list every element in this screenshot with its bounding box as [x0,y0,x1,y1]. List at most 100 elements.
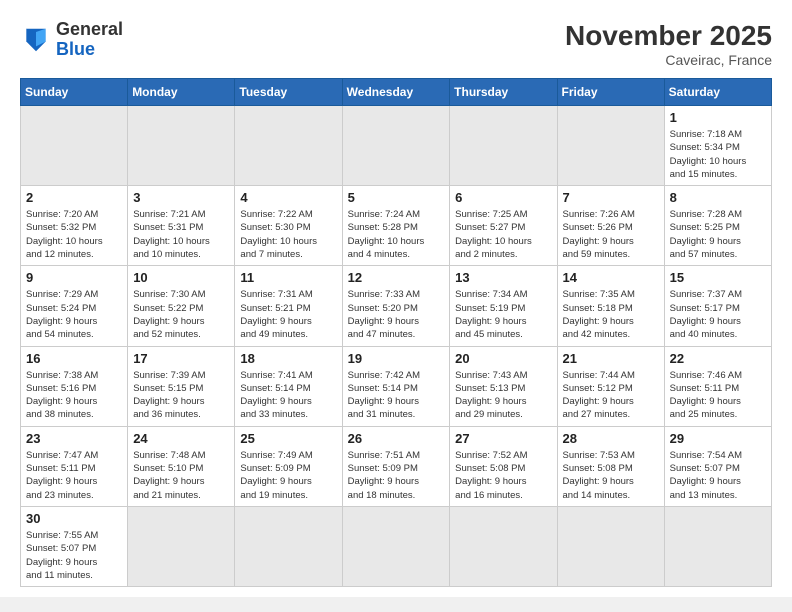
day-info: Sunrise: 7:53 AMSunset: 5:08 PMDaylight:… [563,449,659,502]
day-number: 30 [26,511,122,526]
logo: General Blue [20,20,123,60]
day-info: Sunrise: 7:41 AMSunset: 5:14 PMDaylight:… [240,369,336,422]
day-number: 13 [455,270,551,285]
table-row: 30 Sunrise: 7:55 AMSunset: 5:07 PMDayligh… [21,506,128,586]
day-number: 8 [670,190,766,205]
table-row: 3 Sunrise: 7:21 AMSunset: 5:31 PMDaylight… [128,186,235,266]
day-number: 6 [455,190,551,205]
day-info: Sunrise: 7:42 AMSunset: 5:14 PMDaylight:… [348,369,445,422]
table-row [235,506,342,586]
table-row: 18 Sunrise: 7:41 AMSunset: 5:14 PMDayligh… [235,346,342,426]
table-row: 26Sunrise: 7:51 AMSunset: 5:09 PMDayligh… [342,426,450,506]
table-row: 19 Sunrise: 7:42 AMSunset: 5:14 PMDayligh… [342,346,450,426]
logo-icon [20,24,52,56]
day-number: 2 [26,190,122,205]
day-number: 3 [133,190,229,205]
day-number: 9 [26,270,122,285]
table-row [557,506,664,586]
table-row: 27Sunrise: 7:52 AMSunset: 5:08 PMDayligh… [450,426,557,506]
logo-blue: Blue [56,39,95,59]
col-thursday: Thursday [450,79,557,106]
col-wednesday: Wednesday [342,79,450,106]
month-title: November 2025 [565,20,772,52]
day-info: Sunrise: 7:31 AMSunset: 5:21 PMDaylight:… [240,288,336,341]
col-monday: Monday [128,79,235,106]
calendar-week-row: 16Sunrise: 7:38 AMSunset: 5:16 PMDayligh… [21,346,772,426]
table-row: 22Sunrise: 7:46 AMSunset: 5:11 PMDayligh… [664,346,771,426]
day-info: Sunrise: 7:24 AMSunset: 5:28 PMDaylight:… [348,208,445,261]
table-row [450,106,557,186]
table-row [235,106,342,186]
table-row: 5 Sunrise: 7:24 AMSunset: 5:28 PMDaylight… [342,186,450,266]
day-number: 5 [348,190,445,205]
table-row: 24 Sunrise: 7:48 AMSunset: 5:10 PMDayligh… [128,426,235,506]
day-info: Sunrise: 7:37 AMSunset: 5:17 PMDaylight:… [670,288,766,341]
table-row: 16Sunrise: 7:38 AMSunset: 5:16 PMDayligh… [21,346,128,426]
day-info: Sunrise: 7:47 AMSunset: 5:11 PMDaylight:… [26,449,122,502]
day-info: Sunrise: 7:22 AMSunset: 5:30 PMDaylight:… [240,208,336,261]
day-number: 11 [240,270,336,285]
day-info: Sunrise: 7:55 AMSunset: 5:07 PMDaylight:… [26,529,122,582]
day-info: Sunrise: 7:29 AMSunset: 5:24 PMDaylight:… [26,288,122,341]
table-row [21,106,128,186]
day-info: Sunrise: 7:54 AMSunset: 5:07 PMDaylight:… [670,449,766,502]
table-row: 29 Sunrise: 7:54 AMSunset: 5:07 PMDayligh… [664,426,771,506]
day-info: Sunrise: 7:44 AMSunset: 5:12 PMDaylight:… [563,369,659,422]
day-number: 26 [348,431,445,446]
calendar: Sunday Monday Tuesday Wednesday Thursday… [20,78,772,587]
day-info: Sunrise: 7:26 AMSunset: 5:26 PMDaylight:… [563,208,659,261]
day-number: 29 [670,431,766,446]
table-row: 8 Sunrise: 7:28 AMSunset: 5:25 PMDaylight… [664,186,771,266]
day-info: Sunrise: 7:30 AMSunset: 5:22 PMDaylight:… [133,288,229,341]
table-row: 28Sunrise: 7:53 AMSunset: 5:08 PMDayligh… [557,426,664,506]
day-number: 23 [26,431,122,446]
day-info: Sunrise: 7:25 AMSunset: 5:27 PMDaylight:… [455,208,551,261]
day-number: 22 [670,351,766,366]
day-info: Sunrise: 7:20 AMSunset: 5:32 PMDaylight:… [26,208,122,261]
day-number: 25 [240,431,336,446]
day-info: Sunrise: 7:48 AMSunset: 5:10 PMDaylight:… [133,449,229,502]
table-row [128,506,235,586]
day-info: Sunrise: 7:21 AMSunset: 5:31 PMDaylight:… [133,208,229,261]
header: General Blue November 2025 Caveirac, Fra… [20,20,772,68]
table-row: 7 Sunrise: 7:26 AMSunset: 5:26 PMDaylight… [557,186,664,266]
day-number: 16 [26,351,122,366]
calendar-week-row: 1 Sunrise: 7:18 AMSunset: 5:34 PMDaylight… [21,106,772,186]
day-info: Sunrise: 7:35 AMSunset: 5:18 PMDaylight:… [563,288,659,341]
table-row: 17Sunrise: 7:39 AMSunset: 5:15 PMDayligh… [128,346,235,426]
table-row: 21Sunrise: 7:44 AMSunset: 5:12 PMDayligh… [557,346,664,426]
day-info: Sunrise: 7:28 AMSunset: 5:25 PMDaylight:… [670,208,766,261]
day-number: 19 [348,351,445,366]
calendar-header-row: Sunday Monday Tuesday Wednesday Thursday… [21,79,772,106]
day-number: 7 [563,190,659,205]
table-row: 4 Sunrise: 7:22 AMSunset: 5:30 PMDaylight… [235,186,342,266]
col-sunday: Sunday [21,79,128,106]
table-row: 20Sunrise: 7:43 AMSunset: 5:13 PMDayligh… [450,346,557,426]
table-row: 1 Sunrise: 7:18 AMSunset: 5:34 PMDaylight… [664,106,771,186]
table-row: 6 Sunrise: 7:25 AMSunset: 5:27 PMDaylight… [450,186,557,266]
col-tuesday: Tuesday [235,79,342,106]
table-row: 12Sunrise: 7:33 AMSunset: 5:20 PMDayligh… [342,266,450,346]
day-number: 18 [240,351,336,366]
day-info: Sunrise: 7:52 AMSunset: 5:08 PMDaylight:… [455,449,551,502]
day-info: Sunrise: 7:18 AMSunset: 5:34 PMDaylight:… [670,128,766,181]
calendar-week-row: 2 Sunrise: 7:20 AMSunset: 5:32 PMDaylight… [21,186,772,266]
day-number: 14 [563,270,659,285]
day-number: 17 [133,351,229,366]
col-saturday: Saturday [664,79,771,106]
day-number: 1 [670,110,766,125]
day-number: 15 [670,270,766,285]
table-row: 11 Sunrise: 7:31 AMSunset: 5:21 PMDayligh… [235,266,342,346]
page: General Blue November 2025 Caveirac, Fra… [0,0,792,597]
logo-text: General Blue [56,20,123,60]
day-info: Sunrise: 7:43 AMSunset: 5:13 PMDaylight:… [455,369,551,422]
calendar-week-row: 30 Sunrise: 7:55 AMSunset: 5:07 PMDayligh… [21,506,772,586]
location: Caveirac, France [565,52,772,68]
day-number: 4 [240,190,336,205]
table-row: 13Sunrise: 7:34 AMSunset: 5:19 PMDayligh… [450,266,557,346]
table-row: 2 Sunrise: 7:20 AMSunset: 5:32 PMDaylight… [21,186,128,266]
day-number: 24 [133,431,229,446]
day-info: Sunrise: 7:33 AMSunset: 5:20 PMDaylight:… [348,288,445,341]
table-row: 23 Sunrise: 7:47 AMSunset: 5:11 PMDayligh… [21,426,128,506]
table-row: 15 Sunrise: 7:37 AMSunset: 5:17 PMDayligh… [664,266,771,346]
